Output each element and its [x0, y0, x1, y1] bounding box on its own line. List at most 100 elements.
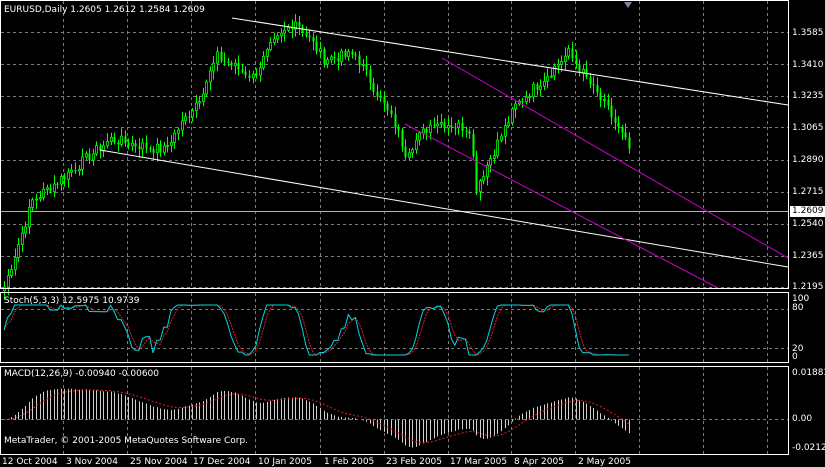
- candle: [241, 63, 244, 74]
- candle-body: [465, 130, 468, 132]
- candle: [31, 197, 34, 212]
- candle: [294, 13, 297, 37]
- candle-body: [223, 60, 226, 62]
- candle-body: [74, 170, 77, 172]
- candle-body: [493, 155, 496, 160]
- candle-body: [525, 96, 528, 103]
- candle: [301, 24, 304, 37]
- candle: [202, 87, 205, 107]
- candle-body: [347, 51, 350, 58]
- candle-body: [127, 142, 130, 146]
- candle: [291, 19, 294, 39]
- candle: [315, 35, 318, 55]
- candle: [532, 81, 535, 103]
- candle: [440, 113, 443, 128]
- candle-body: [521, 101, 524, 103]
- candle-body: [14, 257, 17, 271]
- candle-body: [621, 126, 624, 133]
- candle-body: [592, 84, 595, 86]
- date-tick: 10 Jan 2005: [258, 457, 312, 467]
- candle-body: [7, 275, 10, 288]
- candle: [394, 106, 397, 135]
- candle: [276, 33, 279, 44]
- candle: [262, 50, 265, 71]
- candle: [280, 28, 283, 43]
- candle: [496, 132, 499, 159]
- candle: [14, 248, 17, 276]
- candle: [273, 32, 276, 46]
- candle-body: [571, 48, 574, 58]
- candle-body: [543, 80, 546, 87]
- candle-body: [379, 96, 382, 98]
- candle-body: [461, 122, 464, 131]
- candle-body: [614, 117, 617, 123]
- candle-body: [92, 153, 95, 161]
- candle-body: [340, 50, 343, 62]
- candle: [447, 117, 450, 135]
- candle-body: [170, 142, 173, 146]
- candle-body: [422, 128, 425, 134]
- candle: [493, 149, 496, 164]
- candle: [319, 41, 322, 59]
- candle: [450, 117, 453, 133]
- candle: [99, 143, 102, 159]
- candle-body: [575, 57, 578, 65]
- candle-body: [81, 156, 84, 170]
- candle-body: [305, 32, 308, 36]
- candle-body: [425, 128, 428, 133]
- candle-body: [28, 206, 31, 228]
- macd-label: MACD(12,26,9) -0.00940 -0.00600: [4, 369, 160, 379]
- price-tick: 1.2195: [792, 282, 824, 292]
- candle-body: [230, 62, 233, 66]
- candle: [354, 51, 357, 61]
- candle: [543, 72, 546, 91]
- candle: [536, 82, 539, 96]
- candle: [550, 69, 553, 79]
- candle: [42, 182, 45, 201]
- candle: [113, 132, 116, 145]
- candle: [67, 168, 70, 188]
- candle: [571, 41, 574, 62]
- candle-body: [266, 49, 269, 57]
- candle: [425, 126, 428, 141]
- candle: [188, 110, 191, 124]
- date-tick: 1 Feb 2005: [324, 457, 375, 467]
- candle-body: [39, 197, 42, 200]
- candle: [244, 66, 247, 79]
- price-tick: 1.3410: [792, 60, 824, 70]
- candle-body: [383, 97, 386, 104]
- candle-body: [358, 55, 361, 66]
- candle: [365, 56, 368, 77]
- candle: [198, 95, 201, 109]
- candle-body: [337, 58, 340, 62]
- candle: [46, 184, 49, 196]
- candle-body: [276, 35, 279, 40]
- candle-body: [120, 135, 123, 145]
- stoch-main-line: [3, 304, 629, 356]
- macd-axis-tick: -0.02128: [792, 443, 825, 453]
- candle: [333, 51, 336, 64]
- candle: [10, 264, 13, 278]
- symbol-header: EURUSD,Daily 1.2605 1.2612 1.2584 1.2609: [4, 5, 205, 15]
- candle-body: [546, 76, 549, 82]
- candle-body: [67, 171, 70, 180]
- stoch-signal-line: [3, 304, 629, 356]
- candle: [465, 126, 468, 138]
- candle: [461, 116, 464, 138]
- candle: [131, 135, 134, 152]
- candle: [539, 79, 542, 97]
- candle-body: [472, 133, 475, 157]
- candle: [578, 59, 581, 77]
- candle: [504, 118, 507, 145]
- candle: [408, 148, 411, 162]
- stochastic-plot: [3, 304, 629, 356]
- candle-body: [330, 56, 333, 61]
- candle-body: [117, 142, 120, 145]
- candle: [369, 65, 372, 91]
- candle: [500, 133, 503, 143]
- candle-body: [369, 69, 372, 83]
- candle: [344, 48, 347, 60]
- candle: [24, 221, 27, 239]
- candle: [528, 93, 531, 103]
- candle-body: [433, 124, 436, 126]
